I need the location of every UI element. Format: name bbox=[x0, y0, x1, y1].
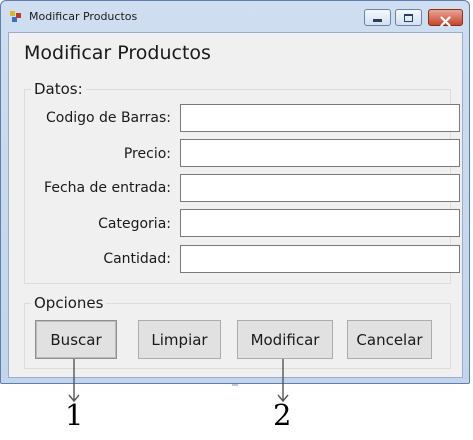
annotation-number-2: 2 bbox=[273, 398, 292, 432]
arrow-to-modificar bbox=[277, 359, 289, 403]
annotation-number-1: 1 bbox=[65, 398, 84, 432]
arrow-to-buscar bbox=[68, 359, 80, 403]
annotation-arrows bbox=[68, 359, 289, 403]
